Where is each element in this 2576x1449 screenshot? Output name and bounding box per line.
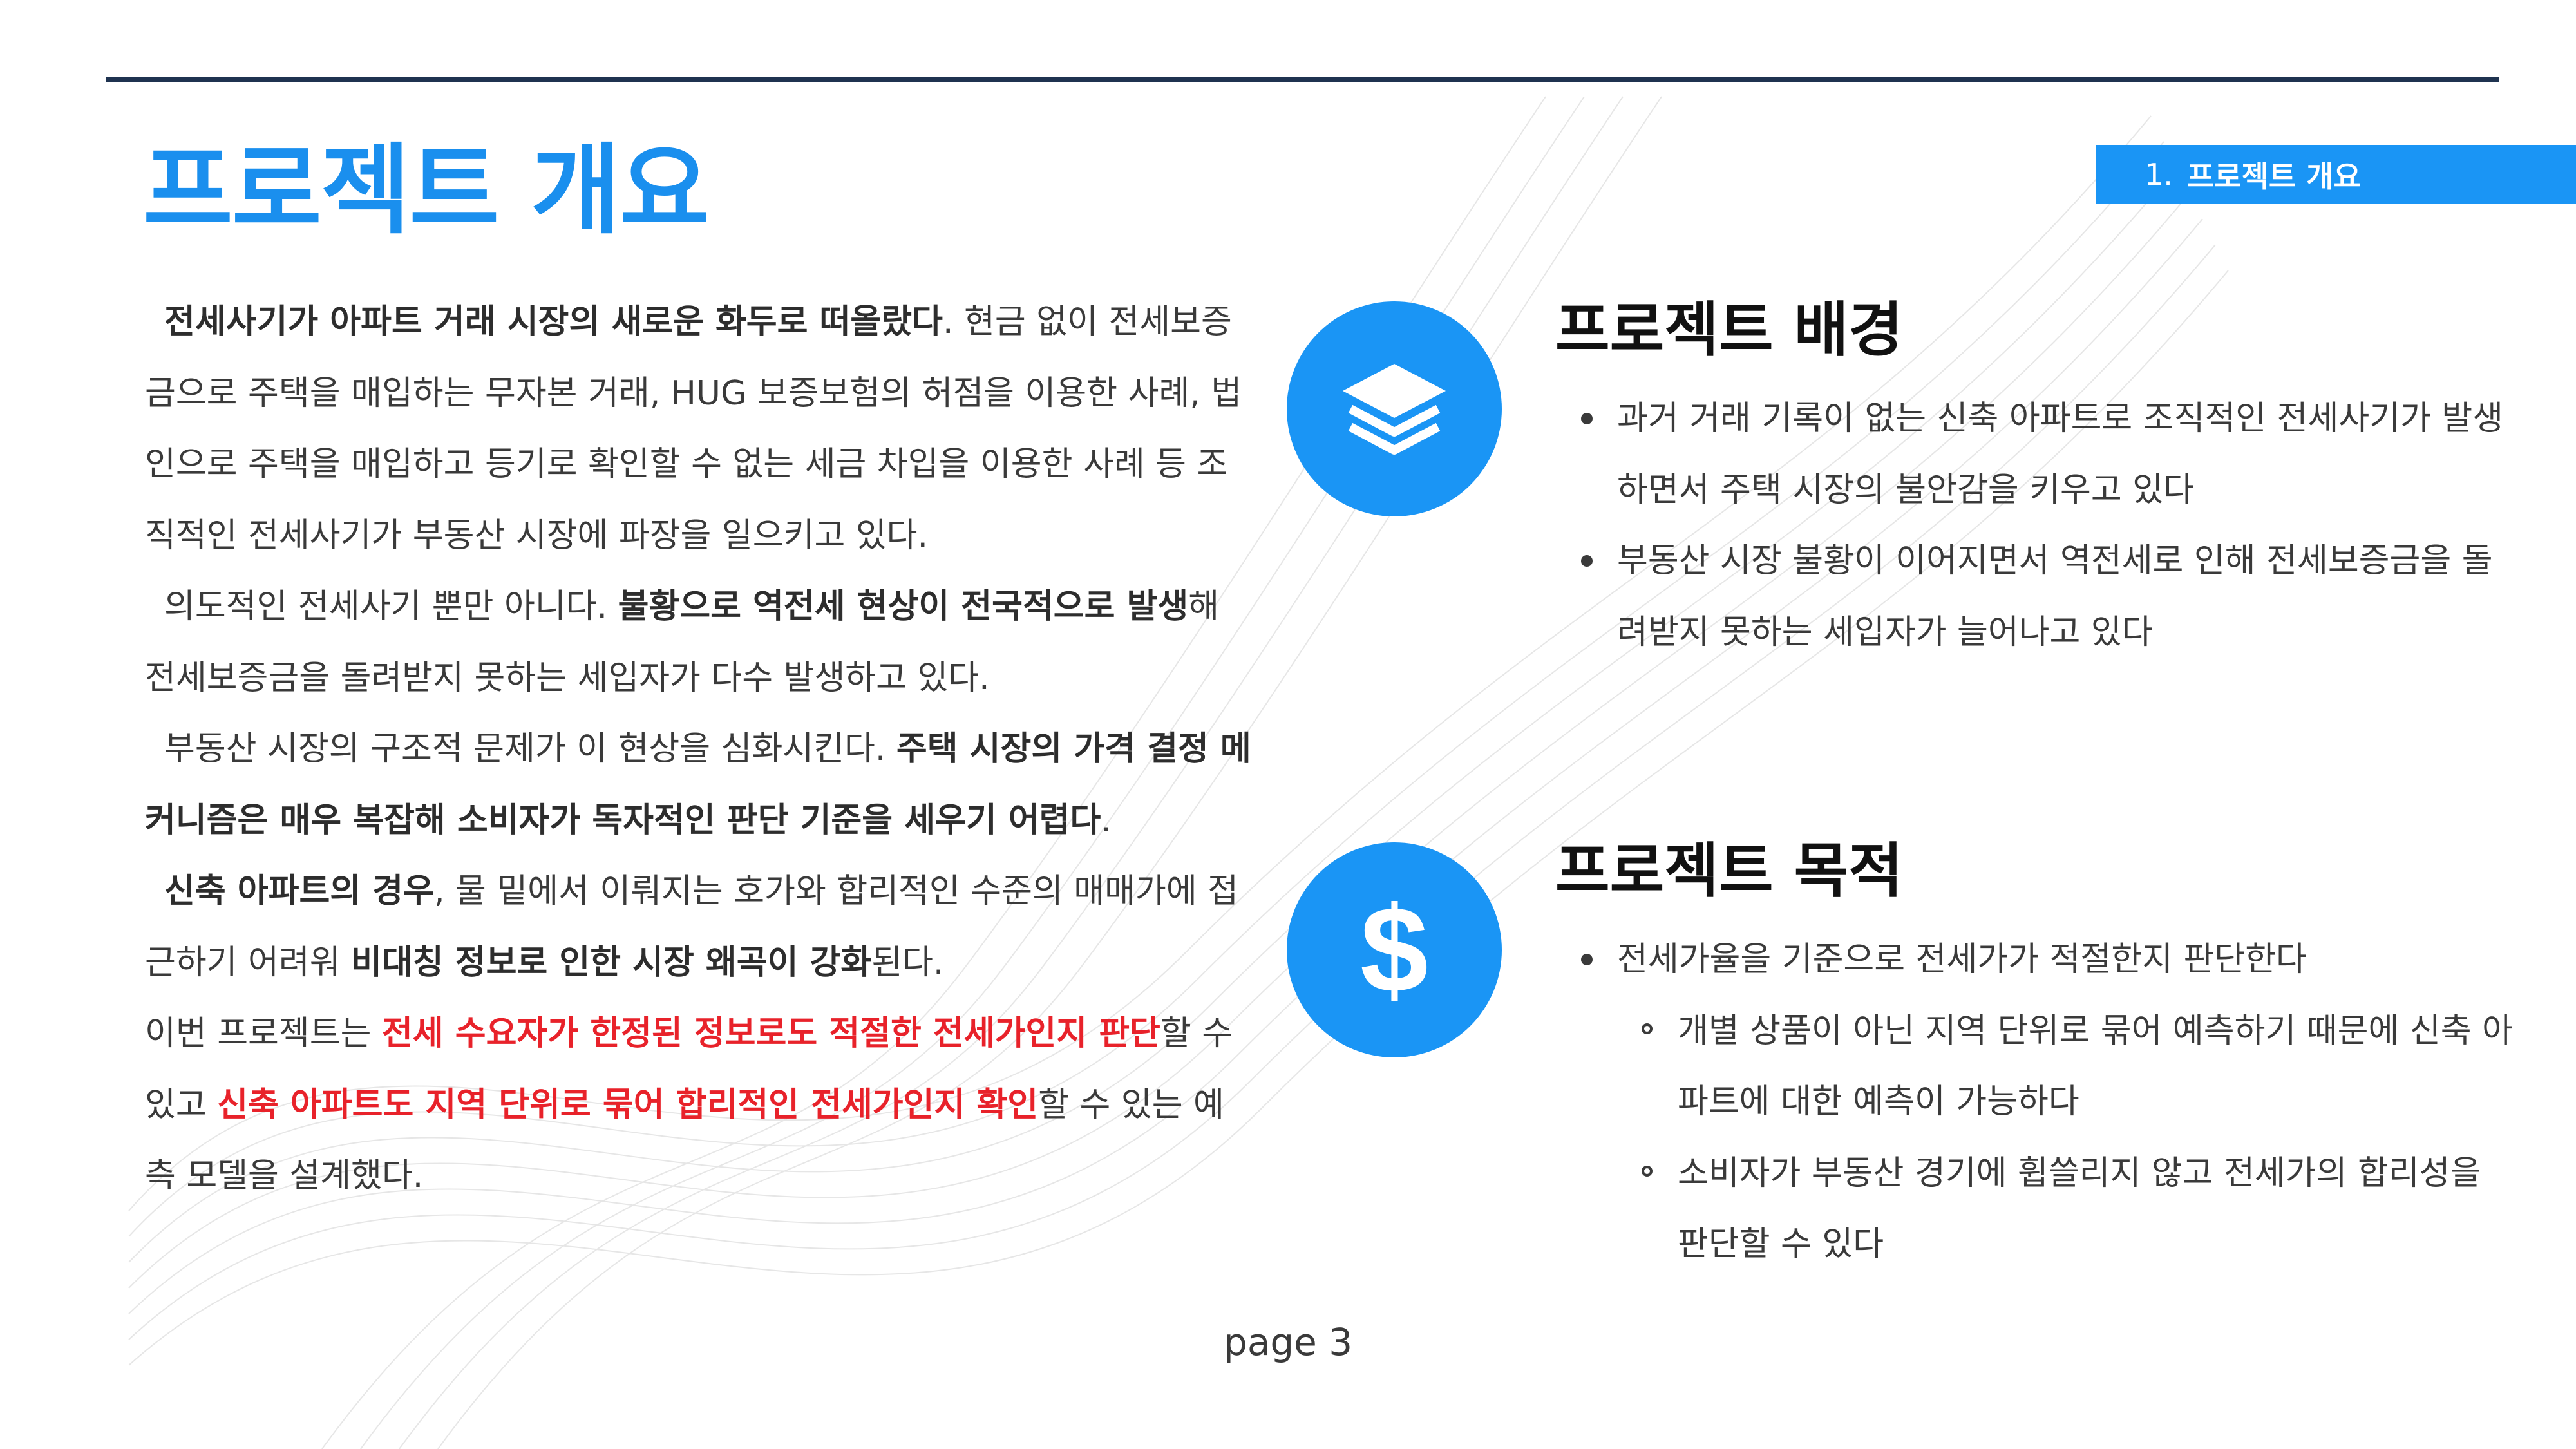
page-title: 프로젝트 개요 <box>143 133 710 247</box>
text: 의도적인 전세사기 뿐만 아니다. <box>164 587 618 626</box>
background-heading: 프로젝트 배경 <box>1555 296 1903 365</box>
emphasis: 비대칭 정보로 인한 시장 왜곡이 강화 <box>351 943 872 982</box>
list-item: 부동산 시장 불황이 이어지면서 역전세로 인해 전세보증금을 돌려받지 못하는… <box>1581 526 2521 668</box>
section-label: 프로젝트 개요 <box>2186 159 2361 194</box>
paragraph-4: 신축 아파트의 경우, 물 밑에서 이뤄지는 호가와 합리적인 수준의 매매가에… <box>145 856 1253 998</box>
emphasis: 불황으로 역전세 현상이 전국적으로 발생 <box>618 587 1189 626</box>
text: 된다. <box>871 943 944 982</box>
goal-bullets: 전세가율을 기준으로 전세가가 적절한지 판단한다 개별 상품이 아닌 지역 단… <box>1581 924 2521 1280</box>
list-item: 전세가율을 기준으로 전세가가 적절한지 판단한다 <box>1581 924 2521 996</box>
dollar-icon: $ <box>1287 842 1502 1057</box>
overview-body: 전세사기가 아파트 거래 시장의 새로운 화두로 떠올랐다. 현금 없이 전세보… <box>145 287 1253 1212</box>
page-number: page 3 <box>1224 1320 1353 1364</box>
highlight-red: 전세 수요자가 한정된 정보로도 적절한 전세가인지 판단 <box>381 1014 1160 1053</box>
emphasis: 신축 아파트의 경우 <box>164 872 434 911</box>
section-number: 1. <box>2145 157 2173 192</box>
section-tag: 1. 프로젝트 개요 <box>2096 145 2576 204</box>
sub-list-item: 개별 상품이 아닌 지역 단위로 묶어 예측하기 때문에 신축 아파트에 대한 … <box>1642 996 2521 1138</box>
goal-heading: 프로젝트 목적 <box>1555 837 1903 905</box>
text: 이번 프로젝트는 <box>145 1014 382 1053</box>
emphasis: 전세사기가 아파트 거래 시장의 새로운 화두로 떠올랐다 <box>164 303 943 341</box>
paragraph-2: 의도적인 전세사기 뿐만 아니다. 불황으로 역전세 현상이 전국적으로 발생해… <box>145 571 1253 714</box>
list-item: 과거 거래 기록이 없는 신축 아파트로 조직적인 전세사기가 발생하면서 주택… <box>1581 383 2521 526</box>
sub-list-item: 소비자가 부동산 경기에 휩쓸리지 않고 전세가의 합리성을 판단할 수 있다 <box>1642 1138 2521 1280</box>
text: . <box>1101 800 1112 840</box>
paragraph-1: 전세사기가 아파트 거래 시장의 새로운 화두로 떠올랐다. 현금 없이 전세보… <box>145 287 1253 571</box>
background-bullets: 과거 거래 기록이 없는 신축 아파트로 조직적인 전세사기가 발생하면서 주택… <box>1581 383 2521 668</box>
paragraph-5: 이번 프로젝트는 전세 수요자가 한정된 정보로도 적절한 전세가인지 판단할 … <box>145 998 1253 1212</box>
layers-icon <box>1287 301 1502 516</box>
highlight-red: 신축 아파트도 지역 단위로 묶어 합리적인 전세가인지 확인 <box>217 1085 1039 1124</box>
text: 부동산 시장의 구조적 문제가 이 현상을 심화시킨다. <box>164 730 896 768</box>
top-rule <box>106 77 2499 82</box>
paragraph-3: 부동산 시장의 구조적 문제가 이 현상을 심화시킨다. 주택 시장의 가격 결… <box>145 714 1253 856</box>
